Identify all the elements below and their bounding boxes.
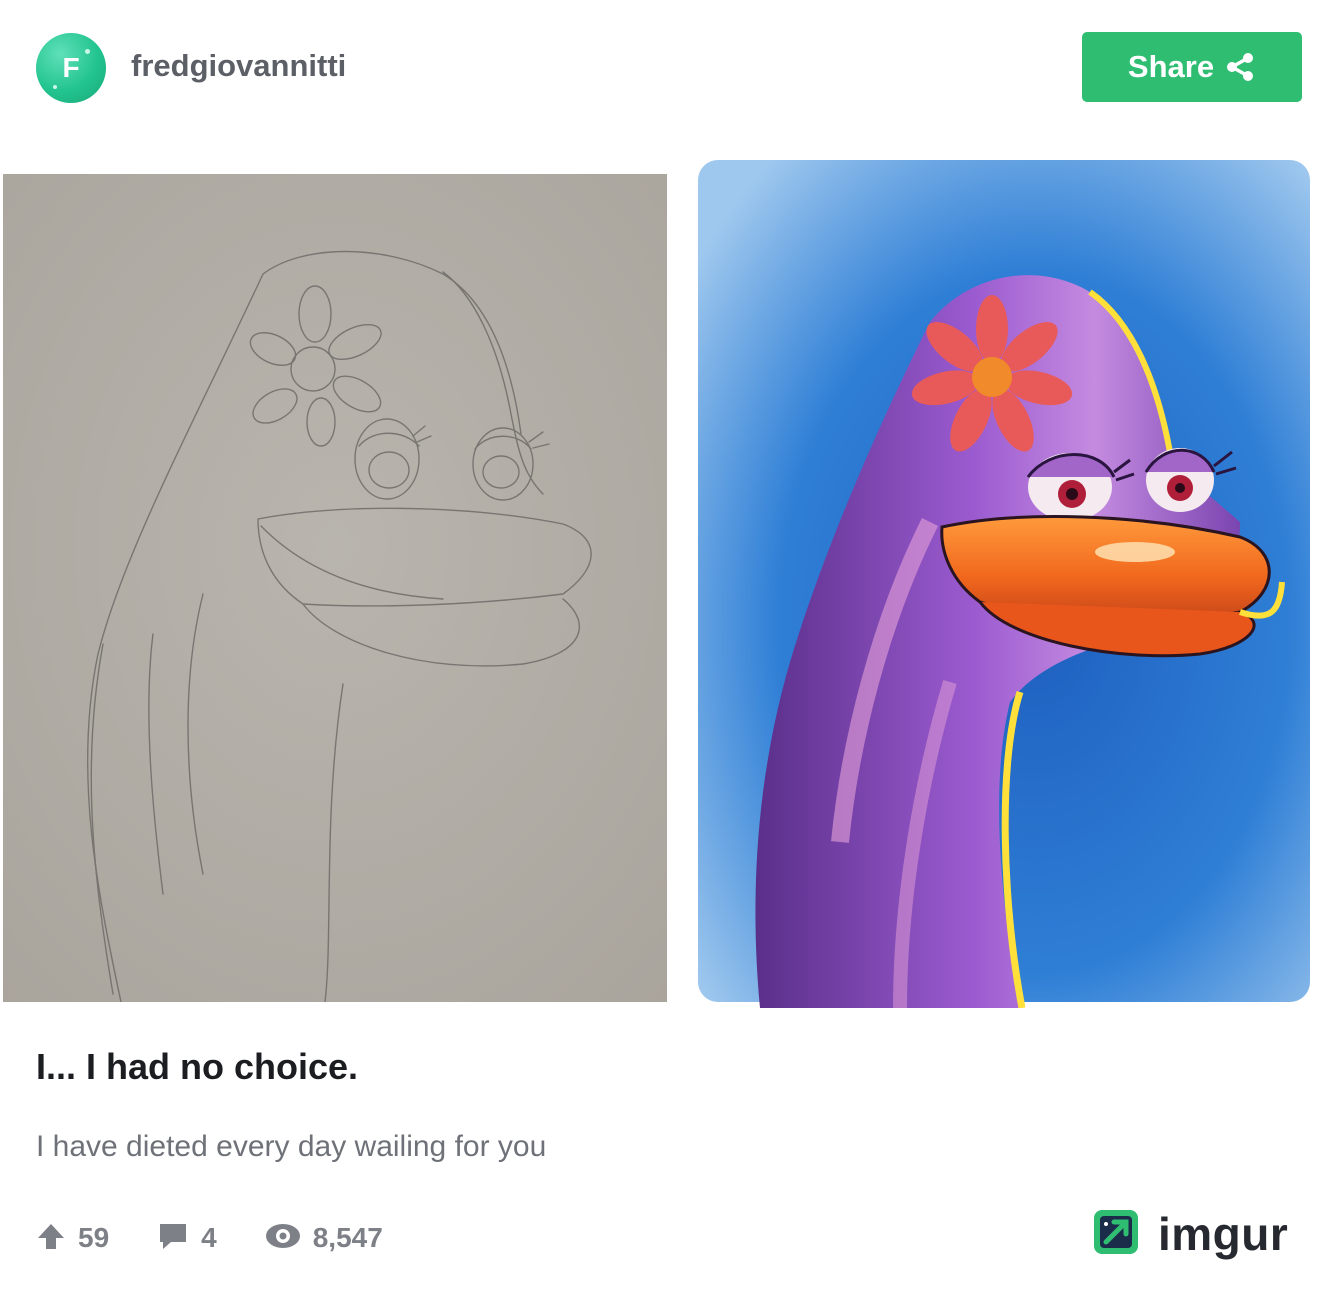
upvote-count: 59 — [78, 1222, 110, 1253]
upvote-stat[interactable]: 59 — [36, 1221, 109, 1256]
post-description: I have dieted every day wailing for you — [36, 1130, 547, 1163]
post-stats: 59 4 8,547 — [36, 1220, 431, 1256]
comment-count: 4 — [201, 1222, 217, 1253]
post-header: F fredgiovannitti Share — [0, 0, 1325, 140]
avatar-letter: F — [62, 52, 80, 83]
imgur-wordmark: imgur — [1158, 1208, 1289, 1260]
sketch-image[interactable] — [3, 174, 667, 1002]
share-icon — [1224, 51, 1256, 83]
username-link[interactable]: fredgiovannitti — [131, 48, 346, 84]
views-count: 8,547 — [312, 1222, 383, 1253]
views-icon — [265, 1221, 301, 1256]
upvote-icon[interactable] — [36, 1221, 66, 1256]
comment-icon — [157, 1220, 189, 1257]
comment-stat[interactable]: 4 — [157, 1220, 217, 1257]
imgur-logo-icon — [1092, 1208, 1140, 1261]
post-title: I... I had no choice. — [36, 1046, 359, 1087]
colored-drawing-image[interactable] — [680, 142, 1325, 1008]
imgur-brand[interactable]: imgur — [1092, 1208, 1288, 1260]
share-button[interactable]: Share — [1082, 32, 1302, 102]
views-stat: 8,547 — [265, 1221, 383, 1256]
user-avatar[interactable]: F — [36, 33, 106, 103]
share-button-label: Share — [1127, 49, 1215, 84]
